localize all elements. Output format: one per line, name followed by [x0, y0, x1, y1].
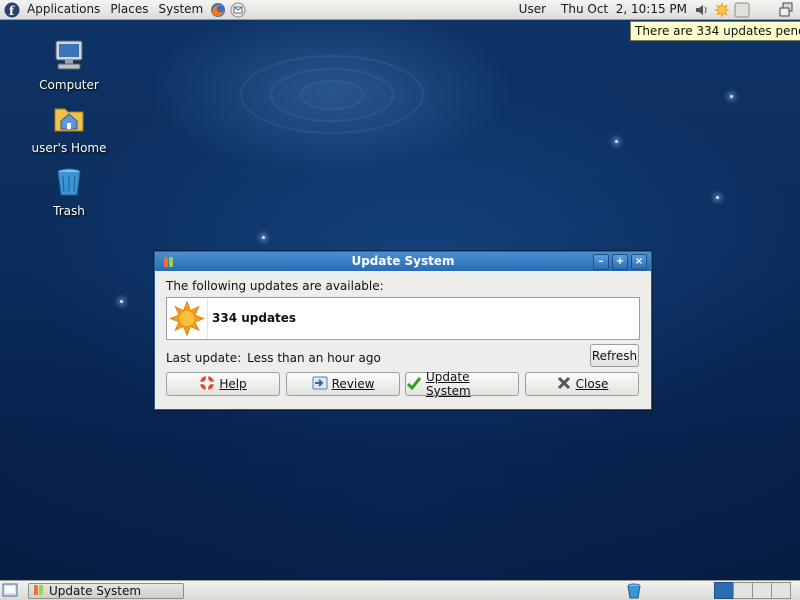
desktop-icon-computer[interactable]: Computer: [24, 38, 114, 92]
wallpaper-star: [730, 95, 733, 98]
close-button-label: Close: [575, 377, 609, 391]
volume-icon[interactable]: [694, 2, 710, 18]
update-sun-icon: [167, 298, 208, 339]
workspace-switcher: [714, 582, 791, 599]
update-notifier-icon[interactable]: [714, 1, 730, 18]
workspace-1[interactable]: [714, 582, 734, 599]
user-switcher[interactable]: User: [514, 0, 556, 19]
updates-list[interactable]: 334 updates: [166, 297, 640, 340]
notification-box-icon[interactable]: [734, 2, 750, 18]
window-controls: – + ×: [593, 254, 647, 270]
review-icon: [312, 375, 328, 394]
last-update-status: Last update: Less than an hour ago: [166, 351, 381, 365]
svg-text:f: f: [9, 4, 15, 18]
wallpaper-swirl: [300, 80, 364, 110]
close-button[interactable]: Close: [525, 372, 639, 396]
update-system-dialog: Update System – + × The following update…: [154, 251, 652, 410]
dialog-title: Update System: [351, 254, 455, 268]
desktop-icon-label: Trash: [53, 204, 85, 218]
checkmark-icon: [406, 375, 422, 394]
review-button-label: Review: [331, 377, 375, 391]
wallpaper-star: [615, 140, 618, 143]
wallpaper-star: [120, 300, 123, 303]
workspace-4[interactable]: [771, 582, 791, 599]
taskbar-item-label: Update System: [49, 584, 142, 598]
dialog-titlebar[interactable]: Update System – + ×: [155, 252, 651, 271]
computer-icon: [51, 38, 87, 74]
desktop[interactable]: f Applications Places System User Thu Oc…: [0, 0, 800, 600]
help-button-label: Help: [219, 377, 247, 391]
close-icon: [556, 375, 572, 394]
fedora-logo-icon[interactable]: f: [4, 2, 20, 18]
help-icon: [199, 375, 215, 394]
menu-places[interactable]: Places: [105, 0, 153, 19]
desktop-icon-trash[interactable]: Trash: [24, 164, 114, 218]
wallpaper-star: [262, 236, 265, 239]
refresh-button-label: Refresh: [591, 348, 638, 363]
last-update-label: Last update:: [166, 351, 242, 365]
workspace-3[interactable]: [752, 582, 772, 599]
desktop-icon-label: Computer: [39, 78, 99, 92]
trash-icon: [51, 164, 87, 200]
update-app-icon: [33, 584, 45, 599]
menu-applications[interactable]: Applications: [22, 0, 105, 19]
maximize-button[interactable]: +: [612, 254, 628, 270]
taskbar-item-update-system[interactable]: Update System: [28, 583, 184, 599]
help-button[interactable]: Help: [166, 372, 280, 396]
updates-count: 334 updates: [212, 311, 297, 325]
network-icon[interactable]: [778, 2, 794, 18]
mail-client-icon[interactable]: [230, 2, 246, 18]
menu-system[interactable]: System: [153, 0, 208, 19]
update-system-button-label: Update System: [426, 370, 471, 398]
update-app-icon: [163, 255, 175, 274]
last-update-value: Less than an hour ago: [247, 351, 381, 365]
top-panel: f Applications Places System User Thu Oc…: [0, 0, 800, 20]
update-system-button[interactable]: Update System: [405, 370, 519, 398]
minimize-button[interactable]: –: [593, 254, 609, 270]
desktop-icon-home[interactable]: user's Home: [24, 101, 114, 155]
review-button[interactable]: Review: [286, 372, 400, 396]
wallpaper-star: [716, 196, 719, 199]
workspace-2[interactable]: [733, 582, 753, 599]
trash-applet-icon[interactable]: [627, 583, 641, 599]
desktop-icon-label: user's Home: [31, 141, 107, 155]
show-desktop-button[interactable]: [2, 583, 18, 598]
close-window-button[interactable]: ×: [631, 254, 647, 270]
updates-tooltip: There are 334 updates pending: [630, 21, 800, 41]
firefox-icon[interactable]: [210, 2, 226, 18]
updates-heading: The following updates are available:: [166, 279, 384, 293]
clock[interactable]: Thu Oct 2, 10:15 PM: [556, 0, 692, 19]
home-folder-icon: [51, 101, 87, 137]
bottom-panel: Update System: [0, 580, 800, 600]
refresh-button[interactable]: Refresh: [590, 344, 639, 367]
